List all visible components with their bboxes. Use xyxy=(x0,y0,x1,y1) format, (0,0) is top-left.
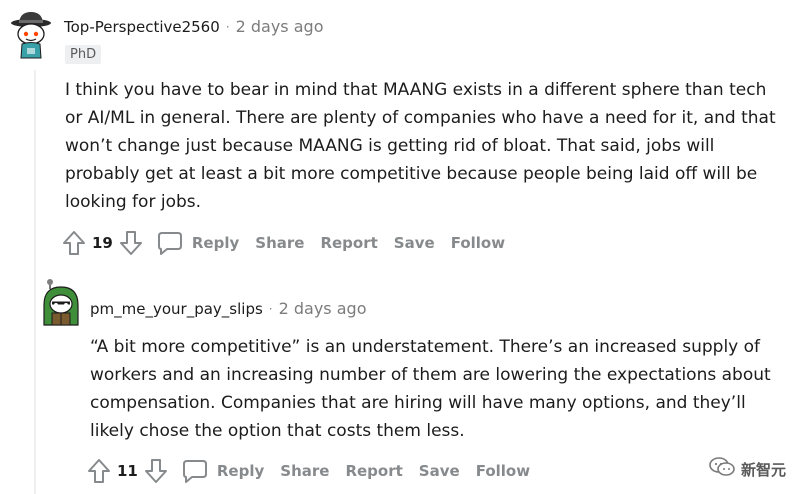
speech-bubble-icon xyxy=(157,230,183,256)
report-button[interactable]: Report xyxy=(320,234,377,252)
share-button[interactable]: Share xyxy=(255,234,304,252)
vote-count: 19 xyxy=(92,234,113,252)
timestamp[interactable]: 2 days ago xyxy=(279,299,367,318)
watermark-text: 新智元 xyxy=(740,460,786,479)
share-button[interactable]: Share xyxy=(280,462,329,480)
follow-button[interactable]: Follow xyxy=(451,234,505,252)
comment-meta: Top-Perspective2560 · 2 days ago xyxy=(64,17,323,36)
avatar-snoo[interactable] xyxy=(10,10,52,64)
username[interactable]: Top-Perspective2560 xyxy=(64,18,220,36)
comment-meta: pm_me_your_pay_slips · 2 days ago xyxy=(90,299,366,318)
comment-body: I think you have to bear in mind that MA… xyxy=(65,80,776,212)
arrow-up-icon[interactable] xyxy=(62,230,86,256)
arrow-up-icon[interactable] xyxy=(87,458,111,484)
arrow-down-icon[interactable] xyxy=(119,230,143,256)
username[interactable]: pm_me_your_pay_slips xyxy=(90,300,263,318)
save-button[interactable]: Save xyxy=(394,234,435,252)
save-button[interactable]: Save xyxy=(419,462,460,480)
comment-body: “A bit more competitive” is an understat… xyxy=(90,337,771,441)
separator-dot: · xyxy=(225,19,230,34)
watermark: 新智元 xyxy=(708,456,786,482)
reply-button[interactable]: Reply xyxy=(182,458,264,484)
vote-count: 11 xyxy=(117,462,138,480)
reply-label: Reply xyxy=(216,462,265,480)
timestamp[interactable]: 2 days ago xyxy=(236,17,324,36)
follow-button[interactable]: Follow xyxy=(476,462,530,480)
arrow-down-icon[interactable] xyxy=(144,458,168,484)
avatar-snoo[interactable] xyxy=(40,279,82,333)
speech-bubble-icon xyxy=(182,458,208,484)
reply-label: Reply xyxy=(191,234,240,252)
thread-line[interactable] xyxy=(34,70,36,494)
wechat-icon xyxy=(708,456,736,482)
reply-button[interactable]: Reply xyxy=(157,230,239,256)
user-flair: PhD xyxy=(65,45,102,64)
separator-dot: · xyxy=(268,301,273,316)
report-button[interactable]: Report xyxy=(345,462,402,480)
comment-actions: 11 Reply Share Report Save Follow xyxy=(87,458,530,484)
comment-actions: 19 Reply Share Report Save Follow xyxy=(62,230,505,256)
